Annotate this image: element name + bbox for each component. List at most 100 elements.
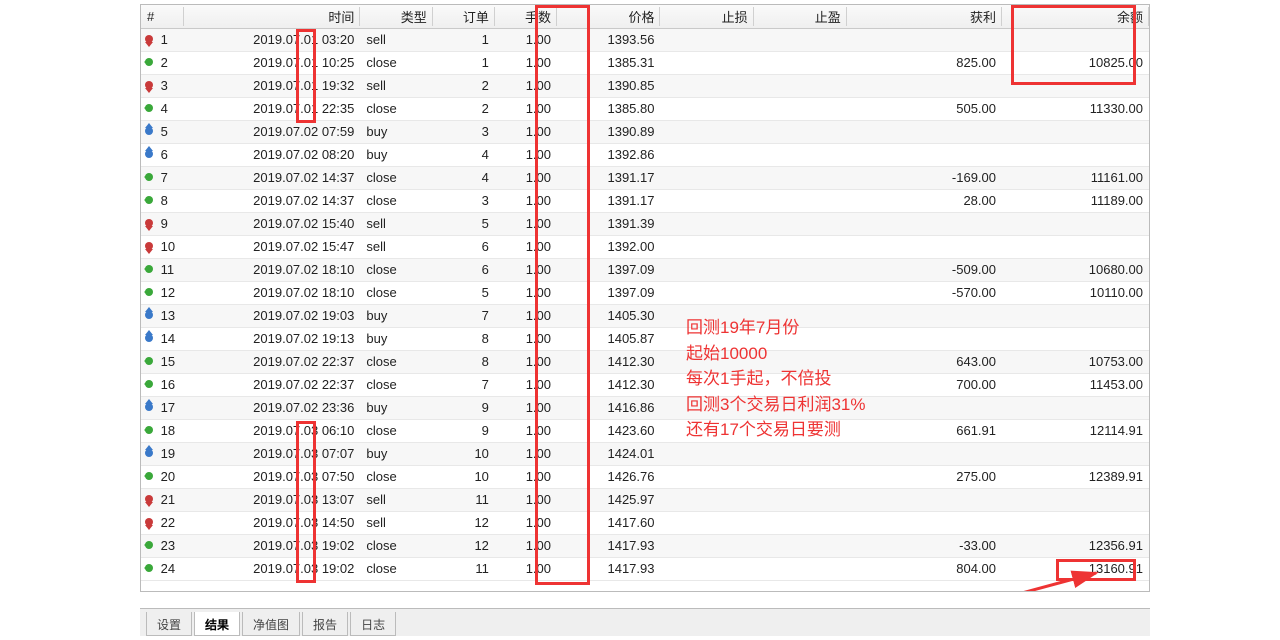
cell: 10 [433, 465, 495, 488]
cell: 2019.07.02 19:03 [184, 304, 360, 327]
tab-settings[interactable]: 设置 [146, 612, 192, 636]
cell [847, 442, 1002, 465]
cell [660, 166, 753, 189]
table-row[interactable]: 152019.07.02 22:37close81.001412.30643.0… [141, 350, 1149, 373]
table-row[interactable]: 122019.07.02 18:10close51.001397.09-570.… [141, 281, 1149, 304]
table-row[interactable]: 82019.07.02 14:37close31.001391.1728.001… [141, 189, 1149, 212]
tab-report[interactable]: 报告 [302, 612, 348, 636]
cell [660, 235, 753, 258]
cell: -570.00 [847, 281, 1002, 304]
table-row[interactable]: 102019.07.02 15:47sell61.001392.00 [141, 235, 1149, 258]
cell [754, 511, 847, 534]
results-table-wrap: # 时间 类型 订单 手数 价格 止损 止盈 获利 余额 12019.07.01… [140, 4, 1150, 592]
table-row[interactable]: 242019.07.03 19:02close111.001417.93804.… [141, 557, 1149, 580]
cell [1002, 235, 1149, 258]
cell: 11 [141, 258, 184, 281]
cell [660, 120, 753, 143]
cell: 13160.91 [1002, 557, 1149, 580]
table-row[interactable]: 42019.07.01 22:35close21.001385.80505.00… [141, 97, 1149, 120]
cell: 1.00 [495, 442, 557, 465]
table-row[interactable]: 12019.07.01 03:20sell11.001393.56 [141, 28, 1149, 51]
cell [660, 97, 753, 120]
cell: 11 [433, 557, 495, 580]
cell [660, 373, 753, 396]
cell: 5 [433, 281, 495, 304]
table-row[interactable]: 72019.07.02 14:37close41.001391.17-169.0… [141, 166, 1149, 189]
bottom-tab-bar: 设置 结果 净值图 报告 日志 [140, 608, 1150, 636]
cell: 1.00 [495, 235, 557, 258]
table-row[interactable]: 222019.07.03 14:50sell121.001417.60 [141, 511, 1149, 534]
table-row[interactable]: 112019.07.02 18:10close61.001397.09-509.… [141, 258, 1149, 281]
cell: 1391.17 [557, 189, 660, 212]
cell: 1397.09 [557, 258, 660, 281]
cell [754, 189, 847, 212]
table-row[interactable]: 22019.07.01 10:25close11.001385.31825.00… [141, 51, 1149, 74]
results-table[interactable]: # 时间 类型 订单 手数 价格 止损 止盈 获利 余额 12019.07.01… [141, 5, 1149, 581]
cell [847, 120, 1002, 143]
cell [754, 465, 847, 488]
cell [754, 350, 847, 373]
cell: 11453.00 [1002, 373, 1149, 396]
cell [1002, 442, 1149, 465]
cell [1002, 488, 1149, 511]
cell [754, 235, 847, 258]
table-header-row: # 时间 类型 订单 手数 价格 止损 止盈 获利 余额 [141, 5, 1149, 28]
close-icon [143, 263, 155, 275]
col-header-sl[interactable]: 止损 [660, 5, 753, 28]
cell [660, 304, 753, 327]
cell [754, 143, 847, 166]
cell: close [360, 557, 432, 580]
col-header-balance[interactable]: 余额 [1002, 5, 1149, 28]
cell: buy [360, 396, 432, 419]
cell: buy [360, 143, 432, 166]
cell: close [360, 419, 432, 442]
col-header-time[interactable]: 时间 [184, 5, 360, 28]
cell: 5 [433, 212, 495, 235]
table-row[interactable]: 142019.07.02 19:13buy81.001405.87 [141, 327, 1149, 350]
table-row[interactable]: 172019.07.02 23:36buy91.001416.86 [141, 396, 1149, 419]
cell: 8 [433, 350, 495, 373]
table-row[interactable]: 92019.07.02 15:40sell51.001391.39 [141, 212, 1149, 235]
col-header-price[interactable]: 价格 [557, 5, 660, 28]
col-header-tp[interactable]: 止盈 [754, 5, 847, 28]
table-row[interactable]: 192019.07.03 07:07buy101.001424.01 [141, 442, 1149, 465]
cell: -169.00 [847, 166, 1002, 189]
col-header-idx[interactable]: # [141, 5, 184, 28]
close-icon [143, 470, 155, 482]
table-row[interactable]: 162019.07.02 22:37close71.001412.30700.0… [141, 373, 1149, 396]
cell [754, 212, 847, 235]
cell [660, 189, 753, 212]
col-header-lots[interactable]: 手数 [495, 5, 557, 28]
cell: buy [360, 327, 432, 350]
cell: 8 [433, 327, 495, 350]
cell [1002, 327, 1149, 350]
table-row[interactable]: 52019.07.02 07:59buy31.001390.89 [141, 120, 1149, 143]
col-header-type[interactable]: 类型 [360, 5, 432, 28]
tab-equity[interactable]: 净值图 [242, 612, 300, 636]
col-header-profit[interactable]: 获利 [847, 5, 1002, 28]
cell: 1.00 [495, 212, 557, 235]
table-row[interactable]: 182019.07.03 06:10close91.001423.60661.9… [141, 419, 1149, 442]
cell: 2019.07.01 03:20 [184, 28, 360, 51]
cell: 9 [433, 419, 495, 442]
cell [660, 350, 753, 373]
table-row[interactable]: 132019.07.02 19:03buy71.001405.30 [141, 304, 1149, 327]
cell: close [360, 350, 432, 373]
buy-icon [143, 148, 155, 160]
table-row[interactable]: 232019.07.03 19:02close121.001417.93-33.… [141, 534, 1149, 557]
col-header-order[interactable]: 订单 [433, 5, 495, 28]
table-row[interactable]: 202019.07.03 07:50close101.001426.76275.… [141, 465, 1149, 488]
tab-log[interactable]: 日志 [350, 612, 396, 636]
cell [660, 212, 753, 235]
close-icon [143, 194, 155, 206]
table-row[interactable]: 32019.07.01 19:32sell21.001390.85 [141, 74, 1149, 97]
cell [1002, 74, 1149, 97]
cell: 1.00 [495, 419, 557, 442]
tab-results[interactable]: 结果 [194, 612, 240, 636]
close-icon [143, 56, 155, 68]
table-row[interactable]: 62019.07.02 08:20buy41.001392.86 [141, 143, 1149, 166]
cell: 19 [141, 442, 184, 465]
table-row[interactable]: 212019.07.03 13:07sell111.001425.97 [141, 488, 1149, 511]
close-icon [143, 355, 155, 367]
cell: 1.00 [495, 350, 557, 373]
